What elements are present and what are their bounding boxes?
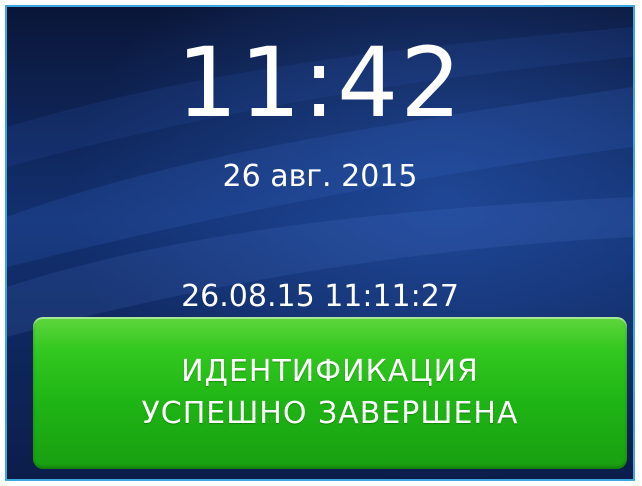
clock-date: 26 авг. 2015 bbox=[222, 159, 418, 194]
status-line-2: УСПЕШНО ЗАВЕРШЕНА bbox=[141, 396, 519, 431]
clock-time: 11:42 bbox=[176, 27, 464, 139]
status-line-1: ИДЕНТИФИКАЦИЯ bbox=[181, 354, 479, 389]
identification-status-banner: ИДЕНТИФИКАЦИЯ УСПЕШНО ЗАВЕРШЕНА bbox=[33, 317, 627, 469]
terminal-screen: 11:42 26 авг. 2015 26.08.15 11:11:27 ИДЕ… bbox=[5, 5, 635, 481]
event-timestamp: 26.08.15 11:11:27 bbox=[181, 279, 459, 314]
